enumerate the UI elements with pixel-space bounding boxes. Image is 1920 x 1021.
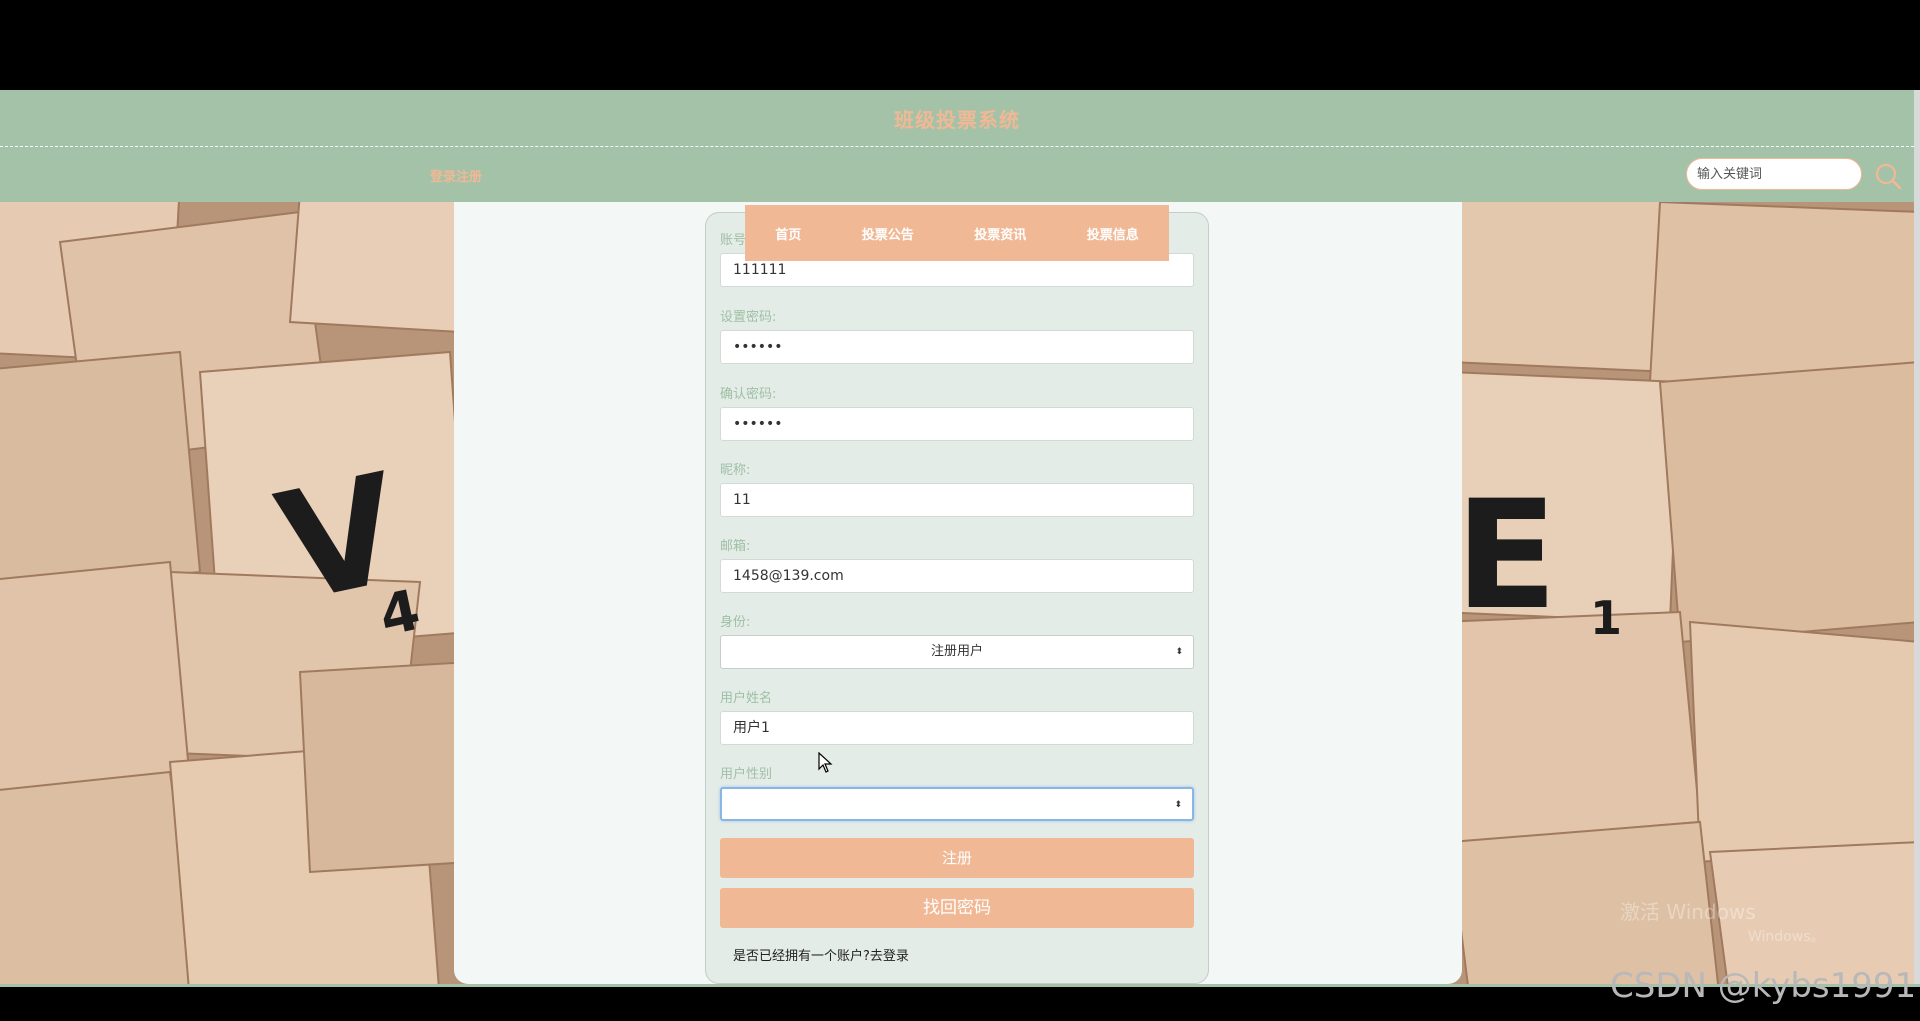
confirm-password-input[interactable]: •••••• [720, 407, 1194, 441]
gender-select[interactable]: ⬍ [720, 787, 1194, 821]
mouse-cursor-icon [818, 752, 833, 773]
register-button[interactable]: 注册 [720, 838, 1194, 878]
svg-text:1: 1 [1590, 591, 1622, 645]
register-form-card: 账号: 111111 设置密码: •••••• 确认密码: •••••• 昵称:… [705, 212, 1209, 984]
find-password-button[interactable]: 找回密码 [720, 888, 1194, 928]
role-select-value: 注册用户 [930, 644, 983, 659]
nav-item-news[interactable]: 投票资讯 [968, 224, 1032, 243]
nav-item-home[interactable]: 首页 [769, 224, 807, 243]
nickname-label: 昵称: [720, 463, 751, 478]
password-label: 设置密码: [720, 310, 777, 325]
main-nav: 首页 投票公告 投票资讯 投票信息 [745, 205, 1169, 261]
nav-item-announcement[interactable]: 投票公告 [856, 224, 920, 243]
svg-text:E: E [1455, 469, 1557, 643]
page: V 4 E 1 班级投票系统 登录注册 账号: 111111 设置密码: •••… [0, 0, 1920, 1021]
top-black-band [0, 0, 1920, 90]
email-label: 邮箱: [720, 539, 751, 554]
email-input[interactable]: 1458@139.com [720, 559, 1194, 593]
nickname-input[interactable]: 11 [720, 483, 1194, 517]
activate-windows-watermark: 激活 Windows [1620, 900, 1756, 924]
activate-windows-watermark-sub: Windows。 [1748, 929, 1825, 945]
search-input[interactable] [1686, 158, 1862, 190]
role-label: 身份: [720, 615, 751, 630]
window-scrollbar-edge [1914, 90, 1920, 984]
login-register-link[interactable]: 登录注册 [430, 166, 482, 185]
gender-label: 用户性别 [720, 767, 773, 782]
password-input[interactable]: •••••• [720, 330, 1194, 364]
confirm-password-label: 确认密码: [720, 387, 777, 402]
csdn-watermark: CSDN @kybs1991 [1610, 966, 1917, 1006]
role-select[interactable]: 注册用户 ⬍ [720, 635, 1194, 669]
username-label: 用户姓名 [720, 691, 773, 706]
select-arrows-icon: ⬍ [1175, 647, 1183, 657]
site-title: 班级投票系统 [894, 108, 1020, 132]
site-header: 班级投票系统 登录注册 [0, 90, 1914, 202]
nav-item-vote-info[interactable]: 投票信息 [1081, 224, 1145, 243]
username-input[interactable]: 用户1 [720, 711, 1194, 745]
search-icon[interactable] [1874, 162, 1902, 190]
go-login-link[interactable]: 是否已经拥有一个账户?去登录 [733, 945, 909, 964]
header-divider [0, 146, 1914, 147]
select-arrows-icon: ⬍ [1174, 800, 1182, 810]
